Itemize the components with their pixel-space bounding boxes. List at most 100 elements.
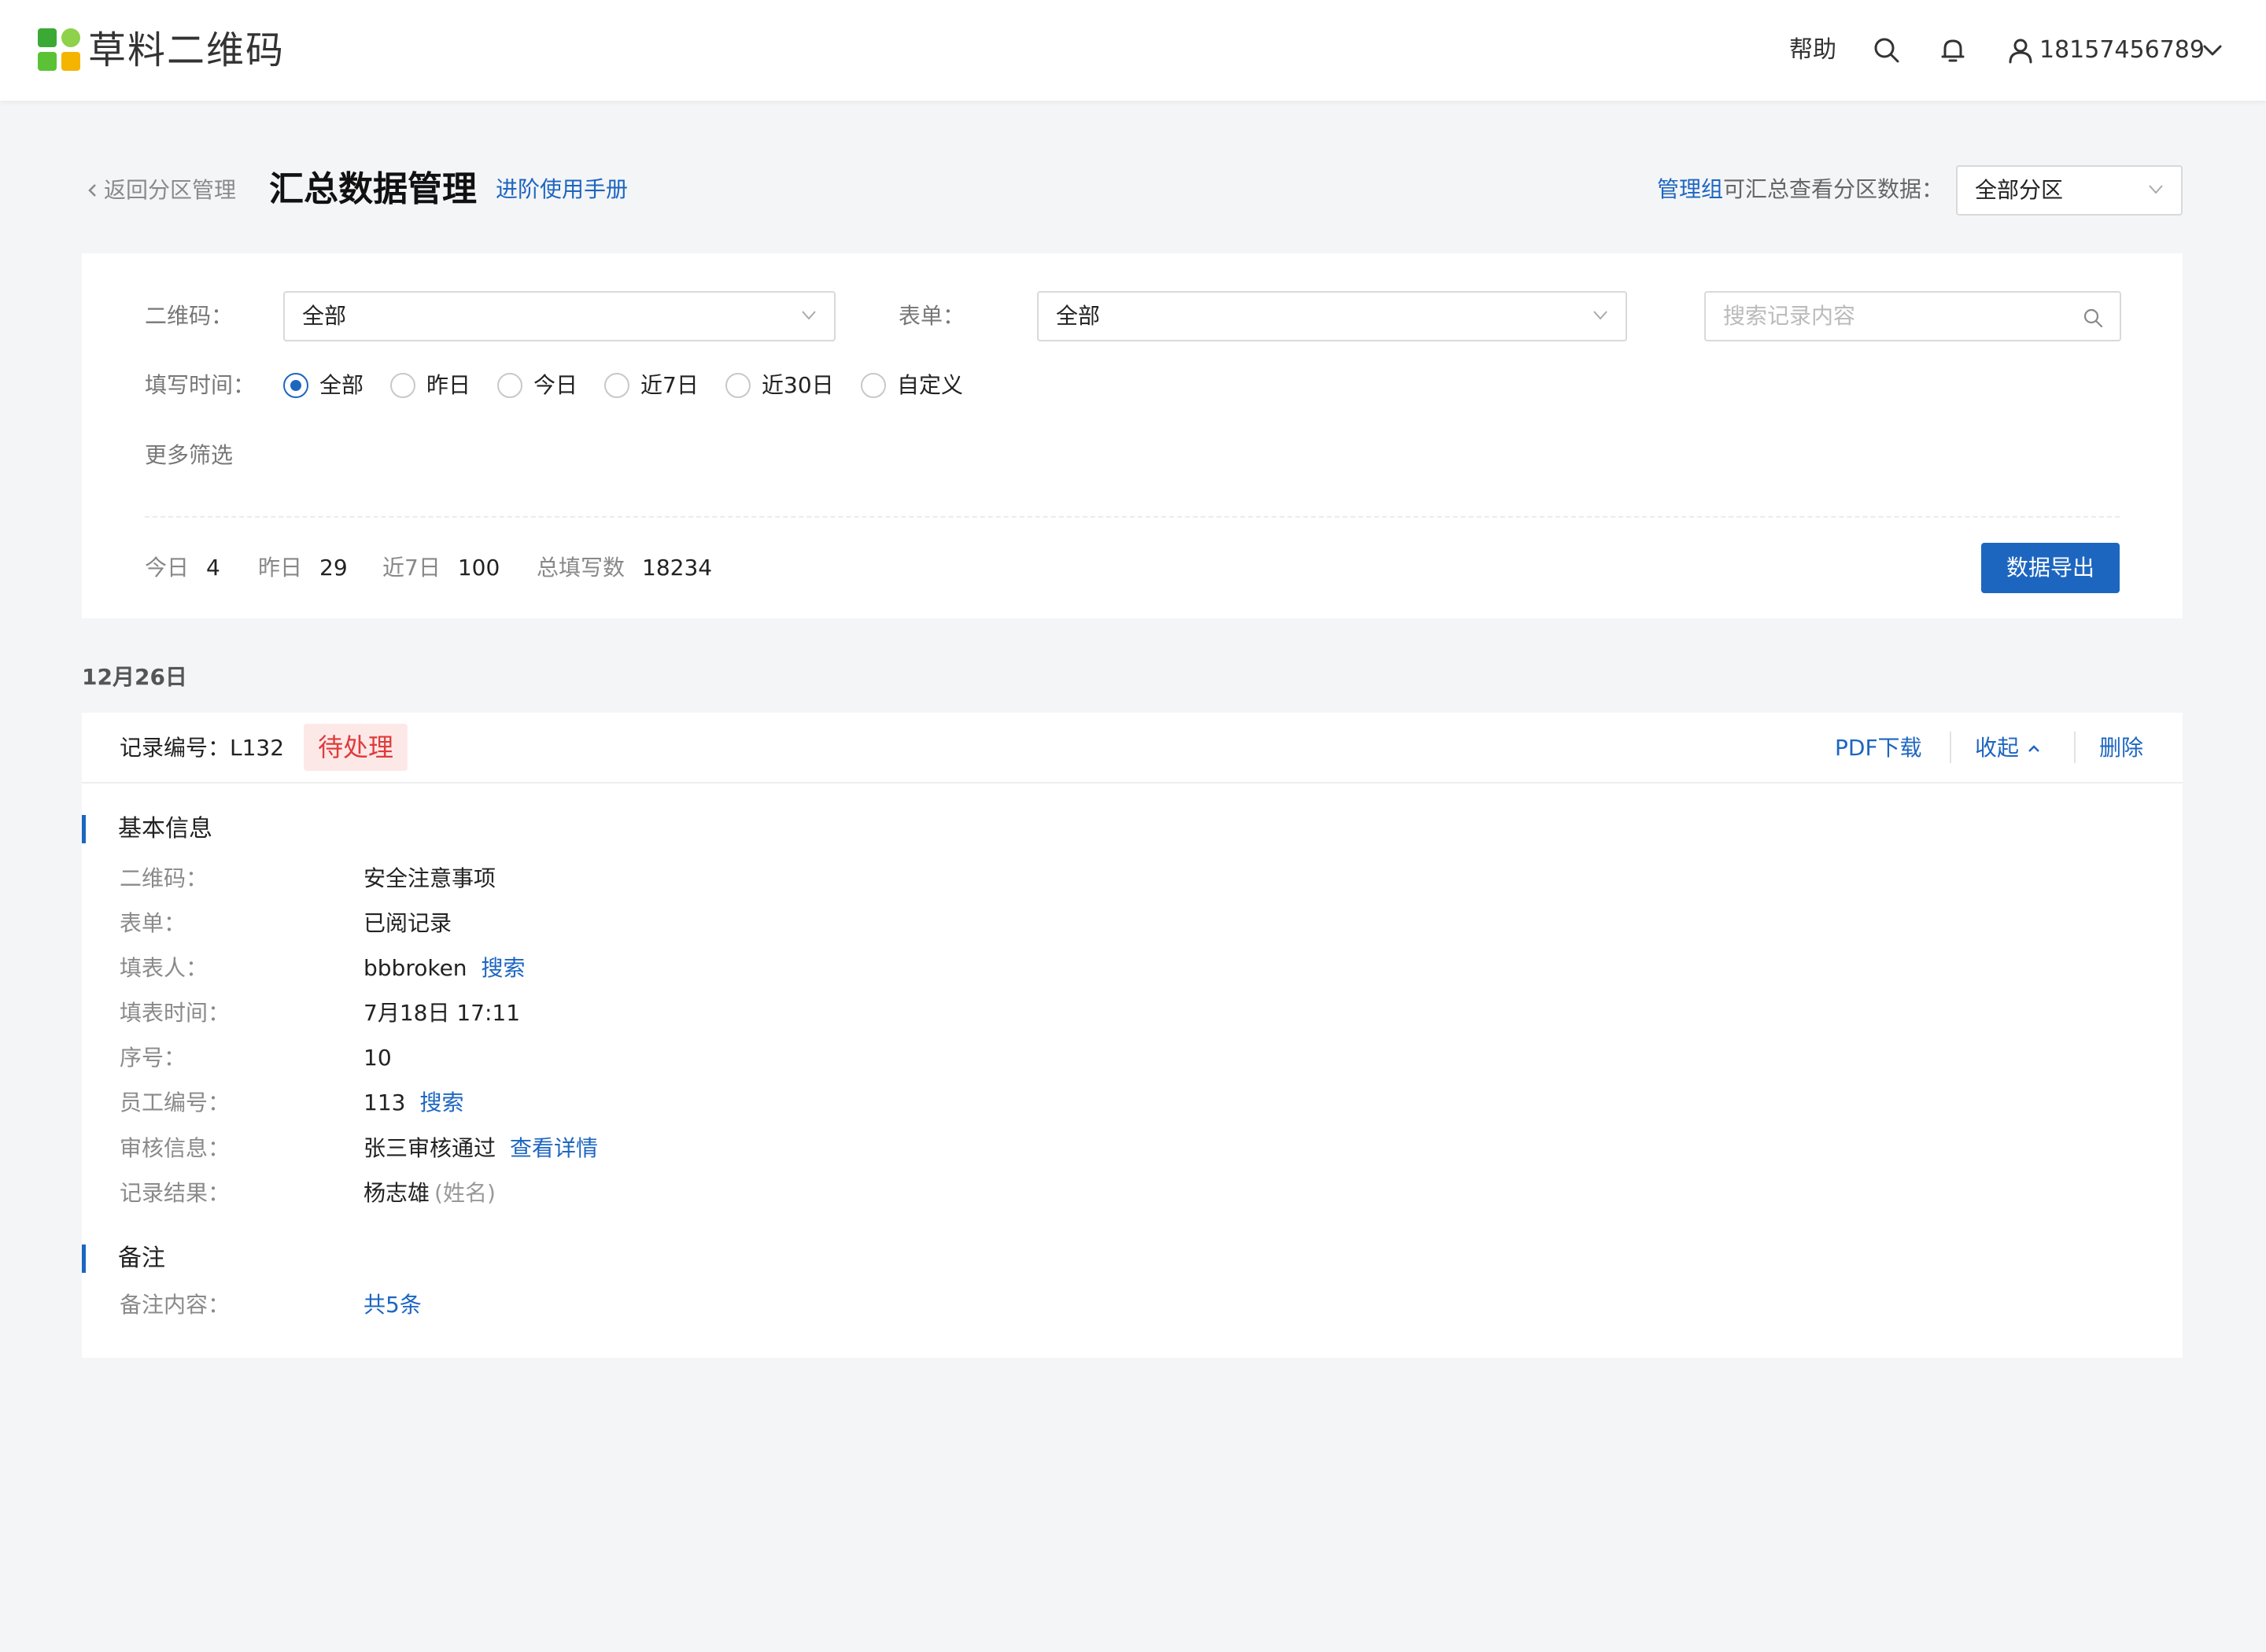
- field-filler: bbbroken 搜索: [364, 953, 526, 983]
- stat-today: 今日 4: [145, 552, 220, 584]
- chevron-left-icon: [88, 184, 96, 197]
- export-button[interactable]: 数据导出: [1981, 543, 2120, 593]
- radio-unchecked-icon: [725, 373, 751, 398]
- chevron-down-icon: [1593, 311, 1607, 320]
- stat-value: 29: [319, 555, 348, 581]
- stat-label: 昨日: [258, 555, 303, 581]
- manual-link[interactable]: 进阶使用手册: [496, 175, 628, 205]
- radio-unchecked-icon: [604, 373, 629, 398]
- employee-search-link[interactable]: 搜索: [419, 1090, 463, 1115]
- form-select-value: 全部: [1056, 303, 1101, 329]
- time-filter-label: 填写时间：: [145, 372, 256, 398]
- more-filters-link[interactable]: 更多筛选: [145, 441, 233, 470]
- stat-value: 18234: [642, 555, 713, 581]
- divider: [145, 516, 2120, 518]
- pdf-download-button[interactable]: PDF下载: [1835, 733, 1922, 763]
- record-header: 记录编号：L132 待处理 PDF下载 收起 删除: [82, 713, 2183, 784]
- field-label: 备注内容：: [120, 1292, 231, 1318]
- radio-unchecked-icon: [861, 373, 886, 398]
- manager-group-link[interactable]: 管理组: [1657, 176, 1723, 202]
- field-form-value: 已阅记录: [364, 910, 452, 936]
- qrcode-select[interactable]: 全部: [283, 291, 836, 341]
- manager-group-text: 管理组可汇总查看分区数据：: [1652, 175, 1943, 205]
- chevron-up-icon: [2028, 745, 2039, 752]
- radio-label: 全部: [319, 372, 364, 398]
- section-marker: [82, 1245, 86, 1273]
- search-input[interactable]: 搜索记录内容: [1704, 291, 2121, 341]
- stat-total: 总填写数 18234: [537, 552, 712, 584]
- stat-7days: 近7日 100: [382, 552, 500, 584]
- qrcode-filter-label: 二维码：: [145, 303, 234, 329]
- manager-text: 可汇总查看分区数据：: [1722, 176, 1943, 202]
- search-icon[interactable]: [1871, 35, 1902, 66]
- divider: [2074, 732, 2076, 763]
- radio-label: 近30日: [762, 372, 834, 398]
- radio-label: 昨日: [426, 372, 471, 398]
- field-result-value: 杨志雄: [364, 1180, 430, 1206]
- search-icon[interactable]: [2082, 307, 2104, 329]
- radio-time-all[interactable]: 全部: [283, 370, 364, 401]
- basic-info-title: 基本信息: [118, 815, 212, 843]
- back-label: 返回分区管理: [104, 177, 237, 203]
- bell-icon[interactable]: [1937, 35, 1969, 66]
- filler-search-link[interactable]: 搜索: [482, 955, 526, 981]
- radio-time-custom[interactable]: 自定义: [861, 370, 963, 401]
- remark-count-link[interactable]: 共5条: [364, 1290, 422, 1320]
- field-seq-value: 10: [364, 1045, 392, 1071]
- stat-label: 总填写数: [537, 555, 626, 581]
- field-label: 填表人：: [120, 955, 209, 981]
- field-label: 填表时间：: [120, 1000, 231, 1026]
- stat-yesterday: 昨日 29: [258, 552, 348, 584]
- field-label: 表单：: [120, 910, 186, 936]
- radio-label: 自定义: [897, 372, 964, 398]
- radio-unchecked-icon: [390, 373, 415, 398]
- radio-time-30days[interactable]: 近30日: [725, 370, 834, 401]
- field-employee: 113 搜索: [364, 1088, 463, 1118]
- field-audit-value: 张三审核通过: [364, 1135, 496, 1161]
- stat-value: 4: [206, 555, 220, 581]
- search-placeholder: 搜索记录内容: [1723, 303, 1856, 329]
- field-qrcode-value: 安全注意事项: [364, 865, 496, 891]
- field-result: 杨志雄 (姓名): [364, 1178, 496, 1208]
- field-label: 二维码：: [120, 865, 209, 891]
- logo-icon[interactable]: [38, 28, 82, 72]
- page-title: 汇总数据管理: [269, 169, 477, 209]
- help-link[interactable]: 帮助: [1789, 35, 1836, 66]
- radio-time-yesterday[interactable]: 昨日: [390, 370, 471, 401]
- collapse-label: 收起: [1975, 735, 2020, 761]
- divider: [1950, 732, 1951, 763]
- field-label: 记录结果：: [120, 1180, 231, 1206]
- field-label: 序号：: [120, 1045, 186, 1071]
- user-icon[interactable]: [2005, 35, 2036, 66]
- remark-title: 备注: [118, 1245, 165, 1272]
- user-phone[interactable]: 18157456789: [2039, 35, 2205, 66]
- radio-label: 今日: [533, 372, 578, 398]
- status-badge: 待处理: [304, 724, 408, 771]
- field-label: 员工编号：: [120, 1090, 231, 1115]
- stat-label: 近7日: [382, 555, 441, 581]
- form-filter-label: 表单：: [899, 303, 965, 329]
- radio-time-7days[interactable]: 近7日: [604, 370, 699, 401]
- collapse-button[interactable]: 收起: [1975, 733, 2043, 763]
- field-label: 审核信息：: [120, 1135, 231, 1161]
- delete-button[interactable]: 删除: [2099, 733, 2143, 763]
- audit-detail-link[interactable]: 查看详情: [510, 1135, 598, 1161]
- top-bar: 草料二维码 帮助 18157456789: [0, 0, 2266, 101]
- partition-value: 全部分区: [1975, 177, 2064, 203]
- partition-select[interactable]: 全部分区: [1956, 165, 2183, 216]
- field-employee-value: 113: [364, 1090, 406, 1115]
- radio-checked-icon: [283, 373, 308, 398]
- qrcode-select-value: 全部: [302, 303, 347, 329]
- radio-time-today[interactable]: 今日: [497, 370, 578, 401]
- brand-name[interactable]: 草料二维码: [88, 27, 285, 74]
- field-result-note: (姓名): [434, 1180, 496, 1206]
- field-filler-value: bbbroken: [364, 955, 467, 981]
- chevron-down-icon[interactable]: [2197, 35, 2228, 66]
- remark-link-text[interactable]: 共5条: [364, 1292, 422, 1318]
- form-select[interactable]: 全部: [1037, 291, 1627, 341]
- chevron-down-icon: [802, 311, 816, 320]
- back-link[interactable]: 返回分区管理: [87, 176, 236, 205]
- section-marker: [82, 815, 86, 843]
- field-time-value: 7月18日 17:11: [364, 1000, 521, 1026]
- radio-unchecked-icon: [497, 373, 522, 398]
